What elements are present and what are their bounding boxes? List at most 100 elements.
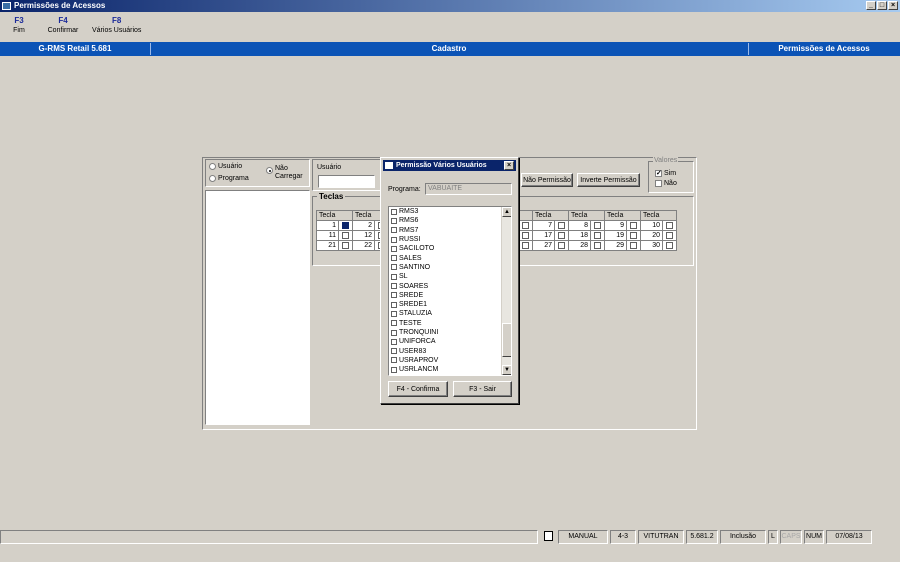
user-name: UNIFORCA — [399, 338, 436, 346]
tecla-checkbox-cell[interactable] — [662, 230, 677, 241]
status-operation: Inclusão — [720, 530, 766, 544]
tecla-column-header: Tecla — [532, 210, 569, 221]
user-list-item[interactable]: RMS6 — [389, 216, 511, 225]
user-input[interactable] — [318, 175, 375, 188]
user-list-item[interactable]: SREDE1 — [389, 300, 511, 309]
user-list-item[interactable]: RUSSI — [389, 235, 511, 244]
close-button[interactable]: × — [888, 1, 898, 10]
tecla-checkbox-icon — [342, 231, 349, 239]
tecla-number: 22 — [352, 240, 375, 251]
user-list-item[interactable]: RMS3 — [389, 207, 511, 216]
tecla-checkbox-cell[interactable] — [338, 230, 353, 241]
user-checkbox-icon — [391, 292, 397, 299]
users-checklist[interactable]: RMS3 RMS6 RMS7 RUSSI SACILOTO SALES SANTINO SL S… — [388, 206, 512, 376]
document-icon — [543, 531, 553, 541]
user-list-item[interactable]: USER83 — [389, 346, 511, 355]
user-list-item[interactable]: SREDE — [389, 291, 511, 300]
scroll-down-icon[interactable]: ▼ — [502, 365, 511, 375]
tecla-checkbox-cell[interactable] — [590, 240, 605, 251]
shortcut-f8-varios-usuarios[interactable]: F8 Vários Usuários — [88, 16, 145, 42]
nao-permissao-button[interactable]: Não Permissão — [521, 173, 573, 187]
screen-name: Permissões de Acessos — [778, 44, 870, 53]
user-checkbox-icon — [391, 236, 397, 243]
user-name: RUSSI — [399, 236, 421, 244]
maximize-button[interactable]: □ — [877, 1, 887, 10]
tecla-number: 19 — [604, 230, 627, 241]
user-checkbox-icon — [391, 227, 397, 234]
user-name: STALUZIA — [399, 310, 432, 318]
button-label: F3 - Sair — [469, 385, 496, 393]
tecla-checkbox-cell[interactable] — [338, 220, 353, 231]
tecla-checkbox-cell[interactable] — [626, 220, 641, 231]
user-list-item[interactable]: SACILOTO — [389, 244, 511, 253]
user-label: Usuário — [317, 164, 342, 171]
tecla-checkbox-cell[interactable] — [554, 220, 569, 231]
tecla-checkbox-cell[interactable] — [518, 220, 533, 231]
tecla-number: 29 — [604, 240, 627, 251]
scroll-up-icon[interactable]: ▲ — [502, 207, 511, 217]
module-header-bar: G-RMS Retail 5.681 Cadastro Permissões d… — [0, 42, 900, 56]
app-version: G-RMS Retail 5.681 — [38, 44, 112, 53]
tecla-column-header: Tecla — [316, 210, 353, 221]
tecla-checkbox-cell[interactable] — [554, 240, 569, 251]
valores-sim-checkbox[interactable]: ✓ Sim — [655, 170, 676, 177]
user-list-item[interactable]: USRLANCM — [389, 365, 511, 374]
radio-selected-icon — [266, 167, 273, 174]
module-name: Cadastro — [431, 44, 467, 53]
tecla-number: 11 — [316, 230, 339, 241]
scroll-thumb[interactable] — [502, 323, 511, 357]
left-list[interactable] — [205, 190, 310, 425]
tecla-checkbox-icon — [558, 221, 565, 229]
user-list-item[interactable]: SANTINO — [389, 263, 511, 272]
tecla-checkbox-cell[interactable] — [518, 240, 533, 251]
tecla-checkbox-cell[interactable] — [590, 220, 605, 231]
radio-label: Carregar — [275, 173, 303, 180]
confirma-button[interactable]: F4 - Confirma — [388, 381, 448, 397]
tecla-checkbox-icon — [342, 241, 349, 249]
user-list-item[interactable]: UNIFORCA — [389, 337, 511, 346]
user-field-group: Usuário — [312, 159, 382, 191]
tecla-checkbox-cell[interactable] — [518, 230, 533, 241]
user-checkbox-icon — [391, 217, 397, 224]
tecla-checkbox-cell[interactable] — [626, 230, 641, 241]
user-list-item[interactable]: TRONQUINI — [389, 328, 511, 337]
tecla-checkbox-cell[interactable] — [662, 220, 677, 231]
tecla-checkbox-icon — [666, 241, 673, 249]
user-list-item[interactable]: STALUZIA — [389, 309, 511, 318]
shortcut-f3-fim[interactable]: F3 Fim — [0, 16, 38, 42]
tecla-checkbox-cell[interactable] — [626, 240, 641, 251]
user-name: USER83 — [399, 347, 427, 355]
shortcut-toolbar: F3 Fim F4 Confirmar F8 Vários Usuários — [0, 16, 145, 42]
radio-nao-carregar[interactable]: Não Carregar — [266, 165, 303, 181]
user-list-item[interactable]: SOARES — [389, 281, 511, 290]
window-title: Permissões de Acessos — [14, 1, 106, 10]
user-list-item[interactable]: SL — [389, 272, 511, 281]
tecla-checkbox-cell[interactable] — [338, 240, 353, 251]
user-list-item[interactable]: TESTE — [389, 319, 511, 328]
tecla-checkbox-icon — [594, 231, 601, 239]
tecla-checkbox-cell[interactable] — [590, 230, 605, 241]
radio-programa[interactable]: Programa — [209, 175, 249, 182]
radio-usuario[interactable]: Usuário — [209, 163, 242, 170]
valores-nao-checkbox[interactable]: Não — [655, 180, 677, 187]
sair-button[interactable]: F3 - Sair — [453, 381, 512, 397]
users-scrollbar[interactable]: ▲ ▼ — [501, 207, 511, 375]
tecla-checkbox-cell[interactable] — [662, 240, 677, 251]
user-list-item[interactable]: SALES — [389, 253, 511, 262]
tecla-number: 20 — [640, 230, 663, 241]
tecla-column-header: Tecla — [604, 210, 641, 221]
tecla-checkbox-icon — [630, 231, 637, 239]
user-list-item[interactable]: USRAPROV — [389, 356, 511, 365]
status-message — [0, 530, 538, 544]
programa-input[interactable]: VABUAITE — [425, 183, 512, 195]
shortcut-f4-confirmar[interactable]: F4 Confirmar — [38, 16, 88, 42]
user-list-item[interactable]: RMS7 — [389, 226, 511, 235]
inverte-permissao-button[interactable]: Inverte Permissão — [577, 173, 640, 187]
minimize-button[interactable]: _ — [866, 1, 876, 10]
dialog-titlebar: Permissão Vários Usuários × — [383, 160, 516, 171]
tecla-number: 17 — [532, 230, 555, 241]
dialog-close-icon[interactable]: × — [504, 161, 514, 170]
status-version: 5.681.2 — [686, 530, 718, 544]
teclas-legend: Teclas — [317, 192, 346, 201]
tecla-checkbox-cell[interactable] — [554, 230, 569, 241]
